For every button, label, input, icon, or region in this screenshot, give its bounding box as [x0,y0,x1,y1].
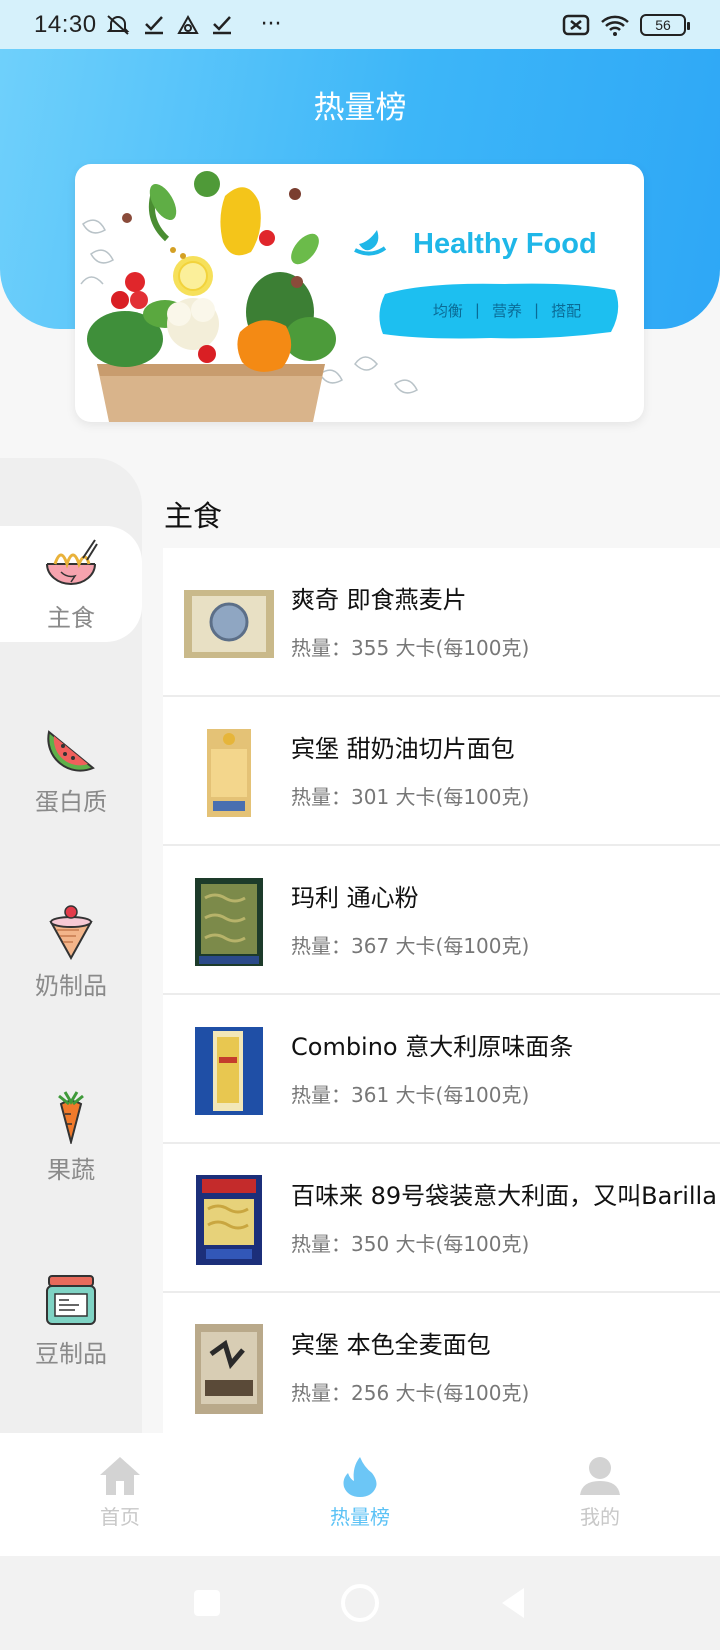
status-right: 56 [562,13,690,37]
page-title: 热量榜 [313,90,407,126]
mute-icon [106,14,129,35]
status-bar: 14:30 ··· 56 [0,0,720,49]
nav-home[interactable]: 首页 [60,1455,180,1530]
food-name: 宾堡 本色全麦面包 [291,1331,491,1359]
category-fruit-veg[interactable]: 果蔬 [0,1078,142,1194]
food-name: 玛利 通心粉 [291,884,419,912]
wifi-icon [601,15,629,36]
food-calories: 热量：350 大卡(每100克) [291,1232,530,1256]
food-calories: 热量：301 大卡(每100克) [291,785,530,809]
list-item[interactable]: 玛利 通心粉 热量：367 大卡(每100克) [163,846,720,995]
section-title: 主食 [164,499,223,533]
check-icon [144,15,163,34]
food-thumbnail [183,1027,275,1115]
category-label: 豆制品 [35,1339,107,1368]
food-calories: 热量：256 大卡(每100克) [291,1381,530,1405]
back-icon[interactable] [498,1586,528,1620]
app-screen: 14:30 ··· 56 热量榜 Healthy Food 均衡 | 营养 | … [0,0,720,1650]
category-dairy[interactable]: 奶制品 [0,894,142,1010]
list-item[interactable]: 宾堡 本色全麦面包 热量：256 大卡(每100克) [163,1293,720,1433]
banner-tags: 均衡 | 营养 | 搭配 [403,284,611,336]
bottom-navigation: 首页 热量榜 我的 [0,1433,720,1556]
noodle-bowl-icon [46,538,98,585]
sim-off-icon [562,14,590,35]
home-button-icon[interactable] [340,1583,380,1623]
nav-label: 我的 [580,1505,620,1529]
food-thumbnail [183,588,275,660]
nav-calorie-ranking[interactable]: 热量榜 [300,1455,420,1530]
category-soy[interactable]: 豆制品 [0,1262,142,1378]
food-calories: 热量：355 大卡(每100克) [291,636,530,660]
more-icon: ··· [260,12,282,37]
watermelon-icon [47,729,95,772]
check-icon [212,15,231,34]
system-navigation-bar [0,1556,720,1650]
tag-balance: 均衡 [432,301,463,320]
category-label: 奶制品 [35,971,107,1000]
list-item[interactable]: 宾堡 甜奶油切片面包 热量：301 大卡(每100克) [163,697,720,846]
food-name: 爽奇 即食燕麦片 [291,586,467,614]
food-name: 宾堡 甜奶油切片面包 [291,735,515,763]
battery-level: 56 [655,16,671,33]
healthy-food-banner[interactable]: Healthy Food 均衡 | 营养 | 搭配 [75,164,644,422]
nav-label: 首页 [100,1505,140,1529]
category-staple[interactable]: 主食 [0,526,142,642]
category-sidebar: 主食 蛋白质 奶制品 果蔬 豆制品 [0,458,142,1433]
food-thumbnail [183,1324,275,1414]
category-label: 蛋白质 [35,787,107,816]
food-name: 百味来 89号袋装意大利面，又叫Barilla [291,1182,717,1210]
food-thumbnail [183,878,275,966]
category-label: 果蔬 [47,1155,95,1184]
recent-apps-icon[interactable] [192,1588,222,1618]
list-item[interactable]: Combino 意大利原味面条 热量：361 大卡(每100克) [163,995,720,1144]
battery-icon: 56 [640,13,690,36]
food-calories: 热量：367 大卡(每100克) [291,934,530,958]
tag-pairing: 搭配 [551,301,582,320]
list-item[interactable]: 百味来 89号袋装意大利面，又叫Barilla 热量：350 大卡(每100克) [163,1144,720,1293]
category-protein[interactable]: 蛋白质 [0,710,142,826]
flame-icon [343,1457,377,1497]
notification-icons: ··· [105,12,282,37]
banner-brand: Healthy Food [413,228,597,261]
home-icon [100,1457,140,1495]
status-time: 14:30 [34,10,97,38]
category-label: 主食 [47,603,95,632]
user-icon [580,1457,620,1495]
nav-profile[interactable]: 我的 [540,1455,660,1530]
jar-icon [46,1274,96,1325]
carrot-icon [58,1090,84,1144]
tag-divider: | [534,301,540,319]
brand-text: Healthy Food [413,228,597,260]
triangle-icon [176,14,199,34]
tag-divider: | [474,301,480,319]
ice-cream-icon [49,904,93,960]
food-thumbnail [183,1175,275,1265]
food-calories: 热量：361 大卡(每100克) [291,1083,530,1107]
food-thumbnail [183,729,275,817]
tag-nutrition: 营养 [491,301,522,320]
nav-label: 热量榜 [330,1505,390,1529]
food-list[interactable]: 爽奇 即食燕麦片 热量：355 大卡(每100克) 宾堡 甜奶油切片面包 热量：… [163,548,720,1433]
list-item[interactable]: 爽奇 即食燕麦片 热量：355 大卡(每100克) [163,548,720,697]
food-name: Combino 意大利原味面条 [291,1033,574,1061]
